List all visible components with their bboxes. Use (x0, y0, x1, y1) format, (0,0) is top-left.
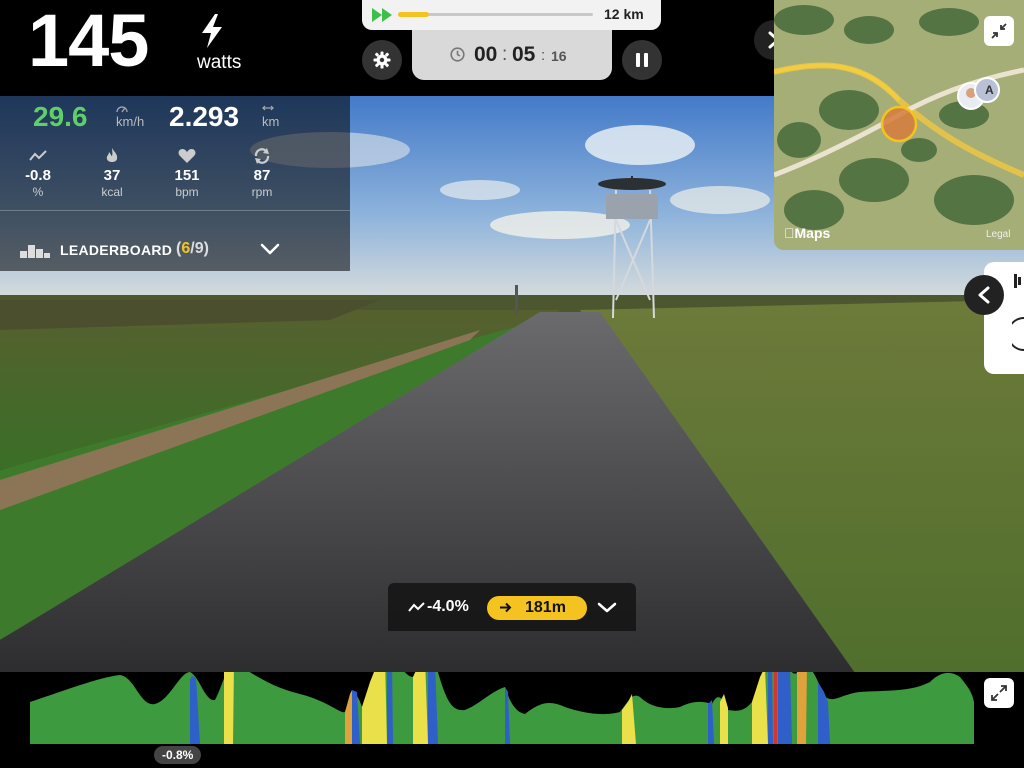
route-progress-bar: 12 km (362, 0, 661, 30)
map-brand-label: Maps (784, 225, 831, 241)
pause-icon (636, 53, 648, 67)
leaderboard-label[interactable]: LEADERBOARD (60, 242, 172, 258)
metric-heart-rate: 151 bpm (157, 148, 217, 199)
power-value: 145 (28, 0, 149, 82)
current-grade-tag: -0.8% (154, 746, 202, 764)
route-map[interactable]: A Maps Legal (774, 0, 1024, 250)
gradient-info-panel[interactable]: -4.0% 181m (388, 583, 636, 631)
heart-icon (178, 149, 196, 163)
timer-centiseconds: 16 (551, 48, 567, 64)
pause-button[interactable] (622, 40, 662, 80)
progress-track (398, 12, 593, 17)
metric-unit: rpm (251, 185, 273, 199)
distance-value: 2.293 (169, 101, 240, 132)
elevation-profile[interactable]: -0.8% (0, 672, 1024, 768)
map-legal-link[interactable]: Legal (986, 229, 1010, 240)
speedometer-icon (116, 106, 128, 113)
collapse-icon (991, 23, 1007, 39)
settings-button[interactable] (362, 40, 402, 80)
clock-icon (450, 47, 465, 62)
elapsed-timer: 00 : 05 : 16 (412, 30, 612, 80)
side-panel-toggle-button[interactable] (964, 275, 1004, 315)
map-attribution: Maps (784, 225, 830, 241)
metric-value: 37 (103, 167, 121, 184)
expand-icon (991, 685, 1007, 701)
map-collapse-button[interactable] (984, 16, 1014, 46)
speed-unit: km/h (116, 114, 145, 129)
leaderboard-rank: 6 (181, 240, 191, 257)
leaderboard-icon (20, 245, 50, 258)
profile-expand-button[interactable] (984, 678, 1014, 708)
metric-unit: % (32, 185, 44, 199)
distance-unit: km (262, 114, 280, 129)
gear-icon (373, 51, 391, 69)
lightning-bolt-icon (202, 14, 222, 48)
speed-value: 29.6 (33, 101, 88, 132)
segment-distance: 181m (525, 599, 566, 616)
segment-distance-pill: 181m (487, 596, 587, 620)
timer-separator: : (502, 44, 508, 65)
slope-icon (29, 150, 47, 161)
timer-minutes: 00 (474, 43, 498, 66)
slope-icon (408, 602, 425, 612)
leaderboard-position: (6/9) (176, 240, 209, 258)
metric-value: 151 (174, 167, 200, 184)
map-rider-badge: A (985, 83, 994, 97)
distance-arrows-icon (262, 105, 274, 111)
metric-value: 87 (253, 167, 271, 184)
metric-grade: -0.8 % (8, 148, 68, 199)
trainer-icon (1014, 274, 1021, 288)
arrow-right-icon (500, 602, 512, 613)
chevron-down-icon[interactable] (260, 243, 280, 255)
timer-seconds: 05 (512, 43, 536, 66)
cadence-icon (254, 148, 270, 164)
power-unit: watts (197, 52, 242, 73)
chevron-down-icon[interactable] (597, 602, 617, 613)
metric-calories: 37 kcal (82, 148, 142, 199)
paren-close: ) (203, 240, 209, 257)
gradient-value: -4.0% (427, 598, 469, 615)
chevron-left-icon (978, 286, 990, 304)
metric-cadence: 87 rpm (232, 148, 292, 199)
metric-value: -0.8 (25, 167, 51, 184)
flame-icon (106, 148, 118, 162)
apple-icon:  (784, 225, 795, 241)
metric-unit: kcal (101, 185, 123, 199)
circle-control-icon[interactable] (1012, 317, 1024, 351)
metric-unit: bpm (175, 185, 199, 199)
leaderboard-total: 9 (194, 240, 204, 257)
divider (0, 210, 350, 211)
fast-forward-icon[interactable] (372, 8, 394, 22)
progress-fill (398, 12, 430, 17)
route-distance: 12 km (604, 6, 644, 22)
timer-separator: : (541, 47, 546, 64)
stats-panel: 29.6 km/h 2.293 km -0.8 % 37 kcal 151 bp… (0, 96, 350, 271)
